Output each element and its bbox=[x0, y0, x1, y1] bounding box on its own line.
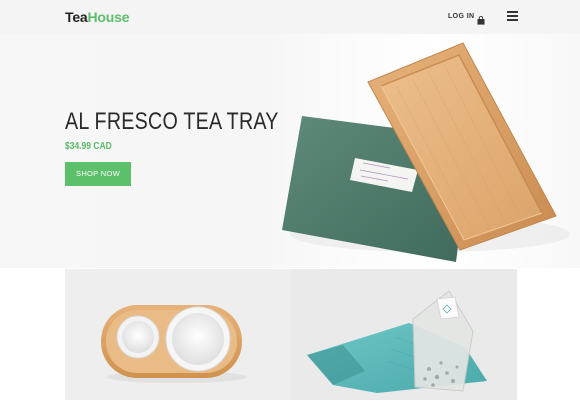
menu-bar bbox=[507, 15, 518, 17]
hero-banner: AL FRESCO TEA TRAY $34.99 CAD SHOP NOW bbox=[0, 34, 580, 268]
cups-on-tray-image bbox=[101, 305, 247, 383]
shopping-bag-icon[interactable] bbox=[477, 12, 485, 25]
logo-text-tea: Tea bbox=[65, 9, 88, 25]
hero-title: AL FRESCO TEA TRAY bbox=[65, 108, 279, 135]
logo-text-house: House bbox=[87, 9, 130, 25]
tea-tray-product-image bbox=[282, 42, 570, 262]
teabag-packet-image bbox=[307, 290, 487, 393]
shop-now-button[interactable]: SHOP NOW bbox=[65, 162, 131, 186]
teabag-tag bbox=[436, 296, 460, 320]
site-header: TeaHouse LOG IN bbox=[0, 0, 580, 34]
product-tile-teabag[interactable] bbox=[291, 269, 517, 400]
hero-price: $34.99 CAD bbox=[65, 141, 112, 152]
hamburger-menu-icon[interactable] bbox=[507, 11, 518, 21]
site-logo[interactable]: TeaHouse bbox=[65, 9, 129, 25]
product-tile-cups[interactable] bbox=[65, 269, 291, 400]
login-link[interactable]: LOG IN bbox=[448, 13, 475, 20]
menu-bar bbox=[507, 19, 518, 21]
menu-bar bbox=[507, 11, 518, 13]
